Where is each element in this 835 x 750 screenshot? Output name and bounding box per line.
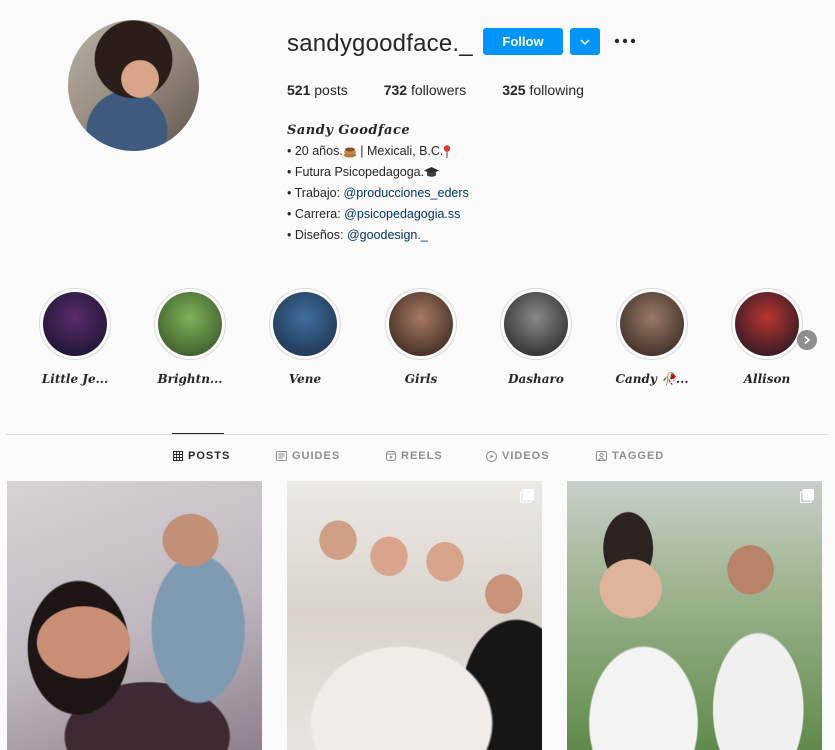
bio-line-design: • Diseños: @goodesign._ — [287, 225, 469, 246]
highlight-label: Allison — [743, 372, 791, 386]
highlight-item[interactable]: Brightn... — [145, 288, 235, 386]
posts-count-label: posts — [314, 82, 348, 98]
bio-display-name: Sandy Goodface — [287, 123, 411, 138]
more-options-button[interactable] — [612, 30, 638, 52]
reels-icon — [386, 451, 396, 461]
bio-location-text: | Mexicali, B.C. — [356, 144, 444, 158]
highlight-cover — [504, 292, 568, 356]
chevron-right-icon — [804, 335, 811, 345]
highlight-ring — [39, 288, 111, 360]
highlight-label: Dasharo — [508, 372, 564, 386]
profile-stats: 521 posts 732 followers 325 following — [287, 82, 620, 98]
highlight-ring — [731, 288, 803, 360]
highlight-label: Vene — [288, 372, 322, 386]
post-thumbnail[interactable] — [287, 481, 542, 750]
highlight-ring — [616, 288, 688, 360]
bio-design-link[interactable]: @goodesign._ — [347, 228, 428, 242]
highlight-label: Girls — [404, 372, 438, 386]
highlight-item[interactable]: Dasharo — [491, 288, 581, 386]
location-pin-icon — [444, 145, 451, 159]
highlight-ring — [154, 288, 226, 360]
tagged-icon — [596, 451, 607, 461]
post-thumbnail[interactable] — [7, 481, 262, 750]
highlight-ring — [269, 288, 341, 360]
highlight-cover — [735, 292, 799, 356]
graduation-cap-icon — [424, 167, 440, 177]
profile-tabs: POSTS GUIDES REELS VIDEOS TAGGED — [0, 450, 835, 470]
posts-count-value: 521 — [287, 82, 311, 98]
carousel-icon — [800, 489, 814, 503]
tab-guides[interactable]: GUIDES — [276, 450, 340, 462]
following-count-label: following — [529, 82, 584, 98]
profile-bio: Sandy Goodface • 20 años. | Mexicali, B.… — [287, 120, 469, 246]
bio-line-career: • Futura Psicopedagoga. — [287, 162, 469, 183]
bio-work-label: • Trabajo: — [287, 186, 344, 200]
highlight-label: Candy 🥀... — [615, 372, 689, 386]
tab-tagged-label: TAGGED — [612, 450, 665, 462]
guides-icon — [276, 451, 287, 461]
bio-line-age: • 20 años. | Mexicali, B.C. — [287, 141, 469, 162]
highlight-cover — [620, 292, 684, 356]
following-count-value: 325 — [502, 82, 526, 98]
tab-reels-label: REELS — [401, 450, 443, 462]
highlight-label: Brightn... — [157, 372, 223, 386]
highlight-item[interactable]: Girls — [376, 288, 466, 386]
tab-posts[interactable]: POSTS — [173, 450, 230, 462]
tab-videos-label: VIDEOS — [502, 450, 550, 462]
followers-count-label: followers — [410, 82, 467, 98]
tab-videos[interactable]: VIDEOS — [486, 450, 550, 462]
posts-count: 521 posts — [287, 82, 348, 98]
highlight-cover — [158, 292, 222, 356]
highlights-next-button[interactable] — [797, 330, 817, 350]
bio-design-label: • Diseños: — [287, 228, 347, 242]
bio-line-study: • Carrera: @psicopedagogia.ss — [287, 204, 469, 225]
highlight-cover — [273, 292, 337, 356]
bio-career-text: • Futura Psicopedagoga. — [287, 165, 425, 179]
tab-posts-label: POSTS — [188, 450, 231, 462]
highlight-ring — [500, 288, 572, 360]
profile-username: sandygoodface._ — [287, 30, 473, 57]
highlight-item[interactable]: Candy 🥀... — [607, 288, 697, 386]
post-thumbnail[interactable] — [567, 481, 822, 750]
followers-count-value: 732 — [383, 82, 408, 98]
tab-reels[interactable]: REELS — [386, 450, 443, 462]
bio-line-work: • Trabajo: @producciones_eders — [287, 183, 469, 204]
highlight-item[interactable]: Little Je... — [30, 288, 120, 386]
story-highlights: Little Je... Brightn... Vene Girls Dasha… — [30, 288, 835, 388]
bio-study-link[interactable]: @psicopedagogia.ss — [344, 207, 460, 221]
profile-avatar[interactable] — [68, 20, 199, 151]
highlight-ring — [385, 288, 457, 360]
following-link[interactable]: 325 following — [502, 82, 584, 98]
active-tab-indicator — [172, 433, 224, 434]
more-options-icon — [614, 38, 636, 44]
highlight-cover — [43, 292, 107, 356]
follow-button[interactable]: Follow — [483, 28, 563, 55]
highlight-item[interactable]: Vene — [260, 288, 350, 386]
highlight-cover — [389, 292, 453, 356]
suggested-dropdown-button[interactable] — [570, 28, 600, 55]
highlight-label: Little Je... — [41, 372, 109, 386]
tab-guides-label: GUIDES — [292, 450, 341, 462]
pancakes-emoji-icon — [343, 147, 356, 158]
bio-work-link[interactable]: @producciones_eders — [344, 186, 469, 200]
tabs-divider — [6, 434, 828, 435]
play-icon — [486, 450, 497, 462]
tab-tagged[interactable]: TAGGED — [596, 450, 664, 462]
bio-age-text: • 20 años. — [287, 144, 343, 158]
bio-study-label: • Carrera: — [287, 207, 345, 221]
grid-icon — [173, 451, 183, 461]
carousel-icon — [520, 489, 534, 503]
followers-link[interactable]: 732 followers — [384, 82, 467, 98]
chevron-down-icon — [580, 38, 590, 45]
